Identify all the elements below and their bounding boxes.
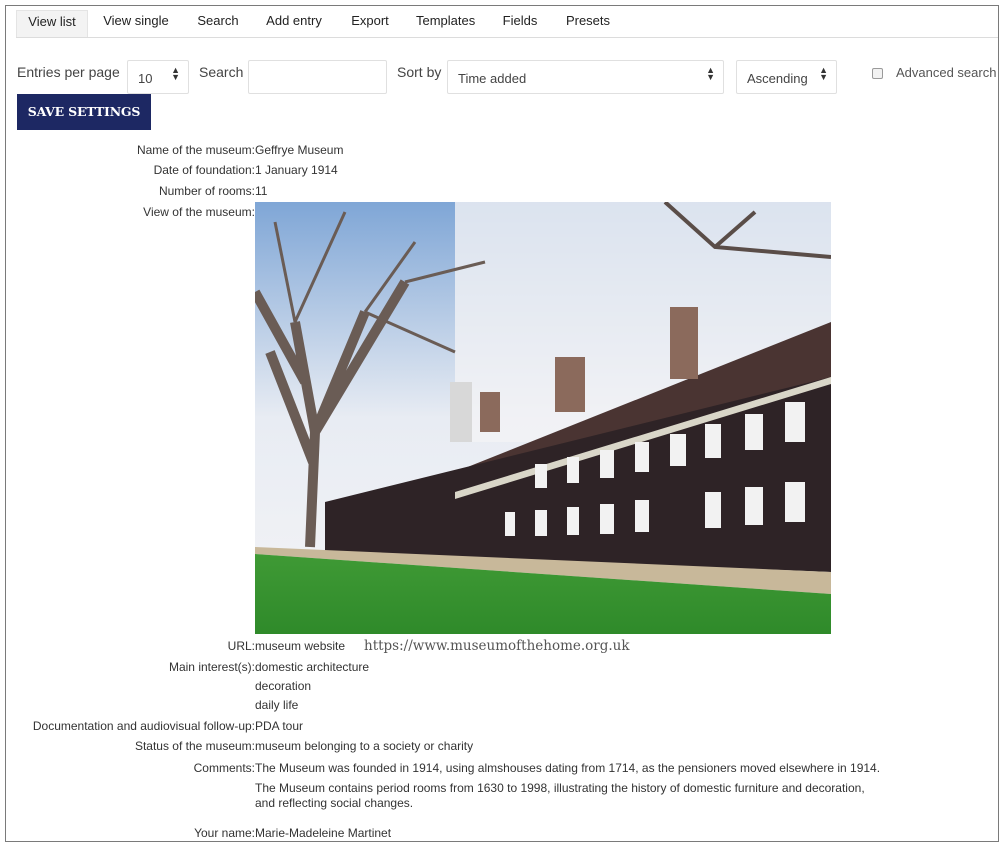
select-arrows-icon: ▲ ▼ [706,65,715,82]
tab-add-entry[interactable]: Add entry [266,10,322,37]
field-value: Marie-Madeleine Martinet [255,826,392,840]
field-label: Documentation and audiovisual follow-up: [32,719,255,733]
comment-line: The Museum contains period rooms from 16… [255,781,865,795]
field-label: Name of the museum: [136,143,255,157]
comment-line: The Museum was founded in 1914, using al… [255,761,881,775]
comment-line: and reflecting social changes. [255,796,414,810]
tab-search[interactable]: Search [196,10,240,37]
advanced-search-checkbox[interactable] [872,68,883,79]
entries-per-page-label: Entries per page [17,64,120,80]
sort-order-select[interactable]: Ascending ▲ ▼ [736,60,837,94]
chimney [670,307,698,379]
museum-website-link[interactable]: museum website [255,639,345,653]
sort-by-select[interactable]: Time added ▲ ▼ [447,60,724,94]
field-value: PDA tour [255,719,304,733]
field-label: Comments: [193,761,255,775]
field-value: Geffrye Museum [255,143,344,157]
entries-per-page-value: 10 [138,71,153,86]
select-arrows-icon: ▲ ▼ [819,65,828,82]
field-label: Number of rooms: [158,184,255,198]
interest-item: domestic architecture [255,660,370,674]
field-label: View of the museum: [143,205,255,219]
url-text: https://www.museumofthehome.org.uk [364,638,630,654]
sort-by-value: Time added [458,71,527,86]
field-label: URL: [227,639,255,653]
tab-view-list[interactable]: View list [16,10,88,37]
select-arrows-icon: ▲ ▼ [171,65,180,82]
field-value: museum belonging to a society or charity [255,739,474,753]
search-input[interactable] [248,60,387,94]
field-label: Date of foundation: [153,163,255,177]
field-label: Your name: [194,826,255,840]
interest-item: decoration [255,679,312,693]
interest-item: daily life [255,698,299,712]
museum-photo-illustration [255,202,831,634]
tab-view-single[interactable]: View single [102,10,170,37]
field-value: 1 January 1914 [255,163,338,177]
clock-tower [450,382,472,442]
tab-export[interactable]: Export [350,10,390,37]
sort-by-label: Sort by [397,64,442,80]
field-value: 11 [255,184,268,198]
tab-templates[interactable]: Templates [416,10,475,37]
tab-bar: View list View single Search Add entry E… [16,6,998,38]
field-label: Main interest(s): [168,660,255,674]
chimney [555,357,585,412]
tab-presets[interactable]: Presets [565,10,611,37]
search-label: Search [199,64,244,80]
sort-order-value: Ascending [747,71,808,86]
tab-fields[interactable]: Fields [502,10,538,37]
field-label: Status of the museum: [134,739,255,753]
museum-photo [255,202,831,634]
entries-per-page-select[interactable]: 10 ▲ ▼ [127,60,189,94]
save-settings-button[interactable]: SAVE SETTINGS [17,94,151,130]
chimney [480,392,500,432]
advanced-search-label[interactable]: Advanced search [896,65,996,80]
database-activity-frame: View list View single Search Add entry E… [5,5,999,842]
